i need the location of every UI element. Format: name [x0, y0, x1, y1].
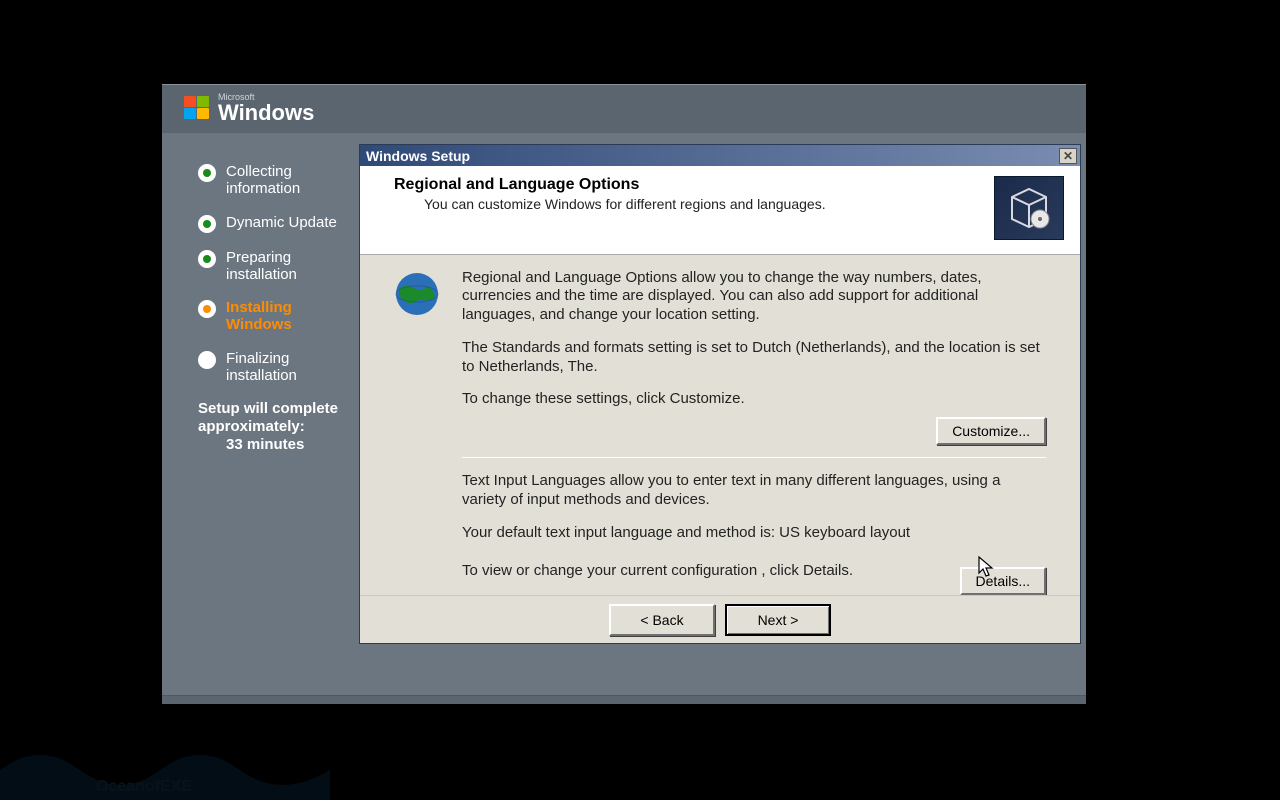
para-standards: The Standards and formats setting is set…	[462, 339, 1046, 377]
para-intro: Regional and Language Options allow you …	[462, 269, 1046, 325]
dialog-title: Windows Setup	[366, 148, 470, 164]
time-remaining: Setup will complete approximately: 33 mi…	[198, 400, 359, 454]
step-label: Installing Windows	[226, 299, 359, 334]
step-label: Collecting information	[226, 163, 359, 198]
step-label: Preparing installation	[226, 249, 359, 284]
back-button[interactable]: < Back	[609, 604, 715, 636]
dialog-body: Regional and Language Options allow you …	[360, 255, 1080, 596]
globe-icon	[394, 271, 440, 317]
close-icon: ✕	[1063, 149, 1073, 163]
dialog-header: Regional and Language Options You can cu…	[360, 166, 1080, 255]
header-bar: Microsoft Windows	[162, 85, 1086, 133]
watermark: OceanofEXE	[0, 700, 330, 800]
details-button[interactable]: Details...	[960, 567, 1046, 595]
complete-line2: approximately:	[198, 418, 359, 436]
next-button[interactable]: Next >	[725, 604, 831, 636]
radio-done-icon	[198, 215, 216, 233]
step-label: Dynamic Update	[226, 214, 337, 231]
step-installing: Installing Windows	[198, 299, 359, 334]
step-finalizing: Finalizing installation	[198, 350, 359, 385]
radio-done-icon	[198, 164, 216, 182]
brand-big: Windows	[218, 100, 314, 125]
step-label: Finalizing installation	[226, 350, 359, 385]
radio-pending-icon	[198, 351, 216, 369]
dialog-titlebar[interactable]: Windows Setup ✕	[360, 145, 1080, 166]
windows-flag-icon	[184, 96, 212, 122]
radio-current-icon	[198, 300, 216, 318]
complete-line1: Setup will complete	[198, 400, 338, 417]
installer-window: Microsoft Windows Collecting information…	[162, 84, 1086, 703]
para-text-input: Text Input Languages allow you to enter …	[462, 472, 1046, 510]
para-default-input: Your default text input language and met…	[462, 524, 1046, 543]
step-collecting: Collecting information	[198, 163, 359, 198]
watermark-text: OceanofEXE	[96, 778, 192, 796]
sidebar: Collecting information Dynamic Update Pr…	[162, 133, 359, 695]
header-text: Microsoft Windows	[218, 93, 314, 125]
step-preparing: Preparing installation	[198, 249, 359, 284]
setup-dialog: Windows Setup ✕ Regional and Language Op…	[359, 144, 1081, 644]
para-customize-hint: To change these settings, click Customiz…	[462, 390, 1046, 409]
dialog-subheading: You can customize Windows for different …	[394, 196, 994, 212]
separator	[462, 457, 1046, 458]
radio-done-icon	[198, 250, 216, 268]
complete-minutes: 33 minutes	[198, 436, 359, 454]
package-icon	[994, 176, 1064, 240]
dialog-heading: Regional and Language Options	[394, 176, 994, 194]
customize-button[interactable]: Customize...	[936, 417, 1046, 445]
close-button[interactable]: ✕	[1059, 148, 1077, 164]
nav-buttons: < Back Next >	[360, 595, 1080, 643]
step-dynamic-update: Dynamic Update	[198, 214, 359, 233]
